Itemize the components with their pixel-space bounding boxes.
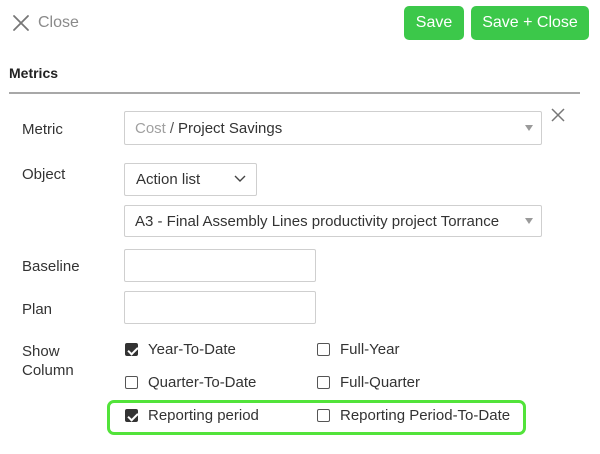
checkbox-reporting-period[interactable]: Reporting period	[125, 407, 259, 424]
save-button[interactable]: Save	[404, 6, 464, 40]
checkbox-box[interactable]	[125, 409, 138, 422]
plan-label: Plan	[22, 301, 53, 318]
section-divider	[9, 92, 580, 94]
checkbox-label: Quarter-To-Date	[148, 374, 257, 391]
object-type-select[interactable]: Action list	[124, 163, 257, 196]
metric-value: Project Savings	[178, 119, 283, 137]
close-button[interactable]: Close	[12, 12, 79, 34]
checkbox-label: Full-Quarter	[340, 374, 421, 391]
chevron-down-icon	[234, 175, 246, 182]
baseline-label: Baseline	[22, 258, 80, 275]
checkbox-label: Reporting period	[148, 407, 259, 424]
close-icon	[13, 15, 29, 31]
checkbox-quarter-to-date[interactable]: Quarter-To-Date	[125, 374, 256, 391]
section-title: Metrics	[9, 65, 59, 81]
metric-label: Metric	[22, 121, 63, 138]
checkbox-box[interactable]	[317, 376, 330, 389]
object-label: Object	[22, 166, 66, 183]
close-label: Close	[38, 14, 79, 31]
checkbox-full-year[interactable]: Full-Year	[317, 341, 399, 358]
checkbox-full-quarter[interactable]: Full-Quarter	[317, 374, 420, 391]
object-type-value: Action list	[136, 171, 201, 188]
checkbox-box[interactable]	[317, 343, 330, 356]
checkbox-box[interactable]	[125, 376, 138, 389]
checkbox-label: Year-To-Date	[148, 341, 236, 358]
checkbox-box[interactable]	[125, 343, 138, 356]
save-close-button[interactable]: Save + Close	[471, 6, 589, 40]
checkbox-label: Reporting Period-To-Date	[340, 407, 511, 424]
checkbox-reporting-period-to-date[interactable]: Reporting Period-To-Date	[317, 407, 510, 424]
dropdown-arrow-icon	[525, 125, 533, 131]
checkbox-label: Full-Year	[340, 341, 400, 358]
object-item-select[interactable]: A3 - Final Assembly Lines productivity p…	[124, 205, 542, 237]
metric-category: Cost	[135, 119, 166, 137]
metric-select[interactable]: Cost / Project Savings	[124, 111, 542, 145]
plan-input[interactable]	[124, 291, 316, 324]
metric-separator: /	[169, 119, 175, 137]
show-column-label: Show Column	[22, 343, 74, 379]
checkbox-box[interactable]	[317, 409, 330, 422]
checkbox-year-to-date[interactable]: Year-To-Date	[125, 341, 236, 358]
dropdown-arrow-icon	[525, 218, 533, 224]
baseline-input[interactable]	[124, 249, 316, 282]
object-item-value: A3 - Final Assembly Lines productivity p…	[135, 212, 500, 230]
top-bar: Close Save Save + Close	[0, 0, 600, 46]
clear-metric-icon[interactable]	[551, 108, 565, 122]
